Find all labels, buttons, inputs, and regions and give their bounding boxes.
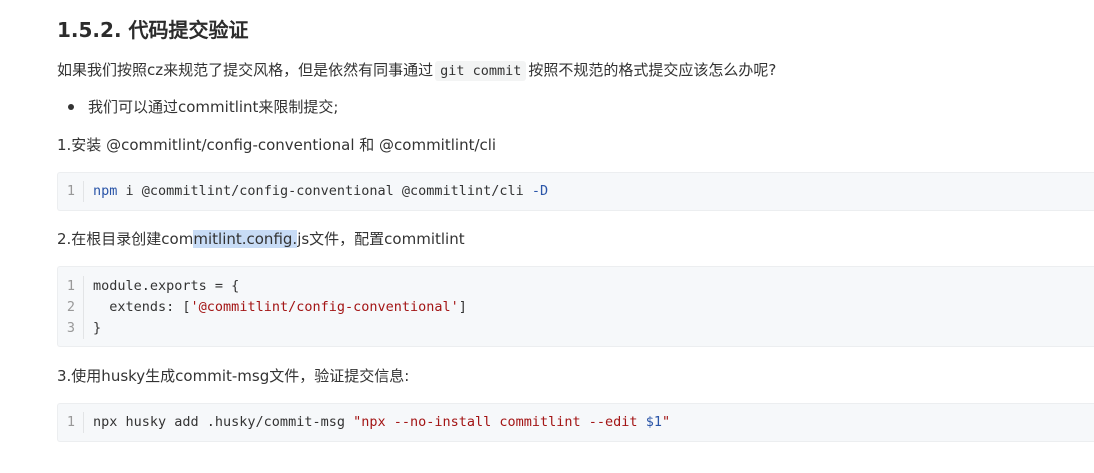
code-line: 2 extends: ['@commitlint/config-conventi…	[58, 297, 1094, 318]
code-flag: -D	[531, 183, 549, 199]
section-heading: 1.5.2. 代码提交验证	[57, 18, 249, 42]
code-text: module.exports = {	[93, 278, 240, 294]
code-block-husky: 1 npx husky add .husky/commit-msg "npx --…	[57, 403, 1094, 442]
step-1-text: 1.安装 @commitlint/config-conventional 和 @…	[57, 136, 497, 154]
step-2-after: js文件，配置commitlint	[297, 230, 465, 248]
intro-text-after: 按照不规范的格式提交应该怎么办呢?	[528, 61, 777, 79]
text-selection-highlight[interactable]: mitlint.config.	[193, 230, 298, 248]
code-key: extends: [	[93, 299, 191, 315]
line-number: 2	[58, 297, 84, 318]
code-text: npm i @commitlint/config-conventional @c…	[84, 181, 548, 202]
code-variable: $1	[645, 414, 662, 430]
code-block-install: 1 npm i @commitlint/config-conventional @…	[57, 172, 1094, 211]
code-line: 1 module.exports = {	[58, 276, 1094, 297]
bullet-item: 我们可以通过commitlint来限制提交;	[68, 97, 338, 117]
code-args: i @commitlint/config-conventional @commi…	[117, 183, 532, 199]
code-string: '@commitlint/config-conventional'	[190, 299, 459, 315]
line-number: 3	[58, 318, 84, 339]
code-string-close: "	[661, 414, 671, 430]
bullet-text: 我们可以通过commitlint来限制提交;	[88, 98, 339, 116]
code-block-config: 1 module.exports = { 2 extends: ['@commit…	[57, 266, 1094, 347]
inline-code-git-commit: git commit	[435, 61, 527, 81]
code-end: ]	[458, 299, 467, 315]
code-plain: npx husky add .husky/commit-msg	[93, 414, 354, 430]
intro-paragraph: 如果我们按照cz来规范了提交风格，但是依然有同事通过 git commit 按照不规…	[57, 60, 776, 81]
code-text: }	[93, 320, 102, 336]
code-text: npx husky add .husky/commit-msg "npx --n…	[84, 412, 670, 433]
line-number: 1	[58, 181, 84, 202]
line-number: 1	[58, 276, 84, 297]
bullet-dot-icon	[68, 103, 74, 110]
code-string-open: "npx --no-install commitlint --edit	[353, 414, 646, 430]
intro-text-before: 如果我们按照cz来规范了提交风格，但是依然有同事通过	[57, 61, 434, 79]
step-2-text: 2.在根目录创建commitlint.config.js文件，配置commitl…	[57, 229, 465, 249]
step-2-before: 2.在根目录创建com	[57, 230, 194, 248]
code-text: extends: ['@commitlint/config-convention…	[84, 297, 467, 318]
code-command: npm	[93, 183, 118, 199]
code-line: 1 npm i @commitlint/config-conventional @…	[58, 181, 1094, 202]
code-line: 3}	[58, 318, 1094, 339]
code-line: 1 npx husky add .husky/commit-msg "npx --…	[58, 412, 1094, 433]
line-number: 1	[58, 412, 84, 433]
step-3-text: 3.使用husky生成commit-msg文件，验证提交信息:	[57, 367, 410, 385]
